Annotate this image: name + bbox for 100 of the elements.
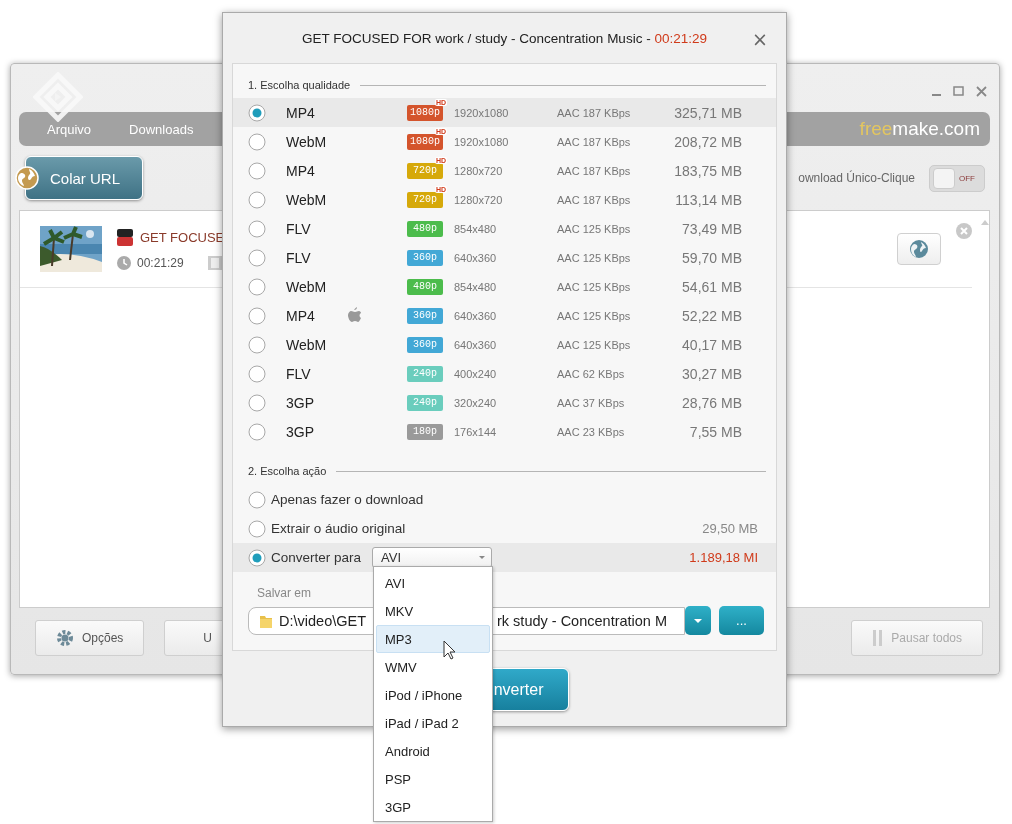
radio-button[interactable] <box>248 306 266 325</box>
audio-text: AAC 125 KBps <box>557 280 632 293</box>
quality-option[interactable]: 3GP 180p 176x144 AAC 23 KBps 7,55 MB <box>233 417 776 446</box>
video-duration: 00:21:29 <box>137 255 184 270</box>
quality-option[interactable]: FLV 480p 854x480 AAC 125 KBps 73,49 MB <box>233 214 776 243</box>
radio-button[interactable] <box>248 103 266 122</box>
format-label: FLV <box>286 365 312 382</box>
radio-button[interactable] <box>248 422 266 441</box>
resolution-text: 320x240 <box>454 396 498 409</box>
audio-text: AAC 62 KBps <box>557 367 626 380</box>
file-size: 30,27 MB <box>681 365 742 382</box>
globe-icon <box>909 239 929 259</box>
option-label: Apenas fazer o download <box>271 492 424 507</box>
resolution-badge: 360p <box>407 249 443 266</box>
radio-button[interactable] <box>248 490 266 509</box>
quality-option[interactable]: FLV 360p 640x360 AAC 125 KBps 59,70 MB <box>233 243 776 272</box>
resolution-text: 1280x720 <box>454 193 504 206</box>
format-label: FLV <box>286 220 312 237</box>
format-label: 3GP <box>286 394 315 411</box>
resolution-badge: 720p <box>407 191 443 208</box>
globe-button[interactable] <box>897 233 941 265</box>
resolution-badge: 1080p <box>407 133 443 150</box>
format-label: MP4 <box>286 307 316 324</box>
action-option[interactable]: Converter para AVI 1.189,18 MI <box>233 543 776 572</box>
quality-option[interactable]: WebM 360p 640x360 AAC 125 KBps 40,17 MB <box>233 330 776 359</box>
toggle-state: OFF <box>959 173 975 183</box>
format-dropdown[interactable]: AVI <box>372 547 493 568</box>
quality-option[interactable]: MP4 360p 640x360 AAC 125 KBps 52,22 MB <box>233 301 776 330</box>
resolution-text: 400x240 <box>454 367 498 380</box>
minimize-icon <box>932 94 941 96</box>
field-label: Salvar em <box>257 586 312 600</box>
close-button[interactable]: × <box>752 28 768 50</box>
resolution-text: 176x144 <box>454 425 498 438</box>
file-size: 183,75 MB <box>673 162 742 179</box>
gear-icon <box>56 629 74 647</box>
option-label: Converter para <box>271 550 362 565</box>
audio-text: AAC 125 KBps <box>557 338 632 351</box>
radio-button[interactable] <box>248 190 266 209</box>
file-size: 29,50 MB <box>702 521 758 536</box>
file-size: 54,61 MB <box>681 278 742 295</box>
menu-item[interactable]: iPad / iPad 2 <box>376 709 490 737</box>
radio-button[interactable] <box>248 364 266 383</box>
quality-option[interactable]: FLV 240p 400x240 AAC 62 KBps 30,27 MB <box>233 359 776 388</box>
file-size: 40,17 MB <box>681 336 742 353</box>
quality-option[interactable]: 3GP 240p 320x240 AAC 37 KBps 28,76 MB <box>233 388 776 417</box>
resolution-text: 854x480 <box>454 280 498 293</box>
action-option[interactable]: Apenas fazer o download <box>233 485 776 514</box>
file-size: 325,71 MB <box>673 104 742 121</box>
menu-item[interactable]: AVI <box>376 569 490 597</box>
maximize-icon <box>953 86 964 96</box>
audio-text: AAC 187 KBps <box>557 106 632 119</box>
paste-url-button[interactable]: Colar URL <box>25 156 143 200</box>
resolution-badge: 1080p <box>407 104 443 121</box>
radio-button[interactable] <box>248 548 266 567</box>
format-label: FLV <box>286 249 312 266</box>
resolution-badge: 360p <box>407 307 443 324</box>
menu-item[interactable]: MKV <box>376 597 490 625</box>
resolution-text: 854x480 <box>454 222 498 235</box>
close-icon <box>976 86 987 97</box>
remove-icon <box>956 223 972 239</box>
video-title: GET FOCUSE <box>140 229 225 245</box>
radio-button[interactable] <box>248 161 266 180</box>
menu-item[interactable]: 3GP <box>376 793 490 821</box>
radio-button[interactable] <box>248 335 266 354</box>
section-heading: 2. Escolha ação <box>248 465 327 477</box>
toggle-switch[interactable]: OFF <box>929 164 985 192</box>
brand-logo: freemake.com <box>859 118 980 140</box>
resolution-text: 640x360 <box>454 338 498 351</box>
file-size: 28,76 MB <box>681 394 742 411</box>
resolution-badge: 240p <box>407 394 443 411</box>
radio-button[interactable] <box>248 132 266 151</box>
radio-button[interactable] <box>248 519 266 538</box>
file-size: 1.189,18 MI <box>689 550 758 565</box>
radio-button[interactable] <box>248 393 266 412</box>
radio-button[interactable] <box>248 248 266 267</box>
quality-option[interactable]: WebM 480p 854x480 AAC 125 KBps 54,61 MB <box>233 272 776 301</box>
resolution-text: 1280x720 <box>454 164 504 177</box>
menu-item[interactable]: Android <box>376 737 490 765</box>
format-label: 3GP <box>286 423 315 440</box>
audio-text: AAC 23 KBps <box>557 425 626 438</box>
clock-icon <box>117 255 131 270</box>
file-size: 73,49 MB <box>681 220 742 237</box>
audio-text: AAC 125 KBps <box>557 251 632 264</box>
resolution-text: 640x360 <box>454 309 498 322</box>
audio-text: AAC 37 KBps <box>557 396 626 409</box>
radio-button[interactable] <box>248 277 266 296</box>
format-label: WebM <box>286 278 328 295</box>
file-size: 59,70 MB <box>681 249 742 266</box>
menu-item[interactable]: PSP <box>376 765 490 793</box>
dropdown-button[interactable] <box>685 606 711 635</box>
audio-text: AAC 187 KBps <box>557 164 632 177</box>
resolution-badge: 480p <box>407 278 443 295</box>
video-site-icon <box>117 228 133 246</box>
caret-icon <box>479 556 486 559</box>
options-button[interactable]: Opções <box>35 620 145 656</box>
radio-button[interactable] <box>248 219 266 238</box>
file-size: 7,55 MB <box>688 423 742 440</box>
action-option[interactable]: Extrair o áudio original 29,50 MB <box>233 514 776 543</box>
resolution-text: 1920x1080 <box>454 106 510 119</box>
resolution-text: 1920x1080 <box>454 135 510 148</box>
